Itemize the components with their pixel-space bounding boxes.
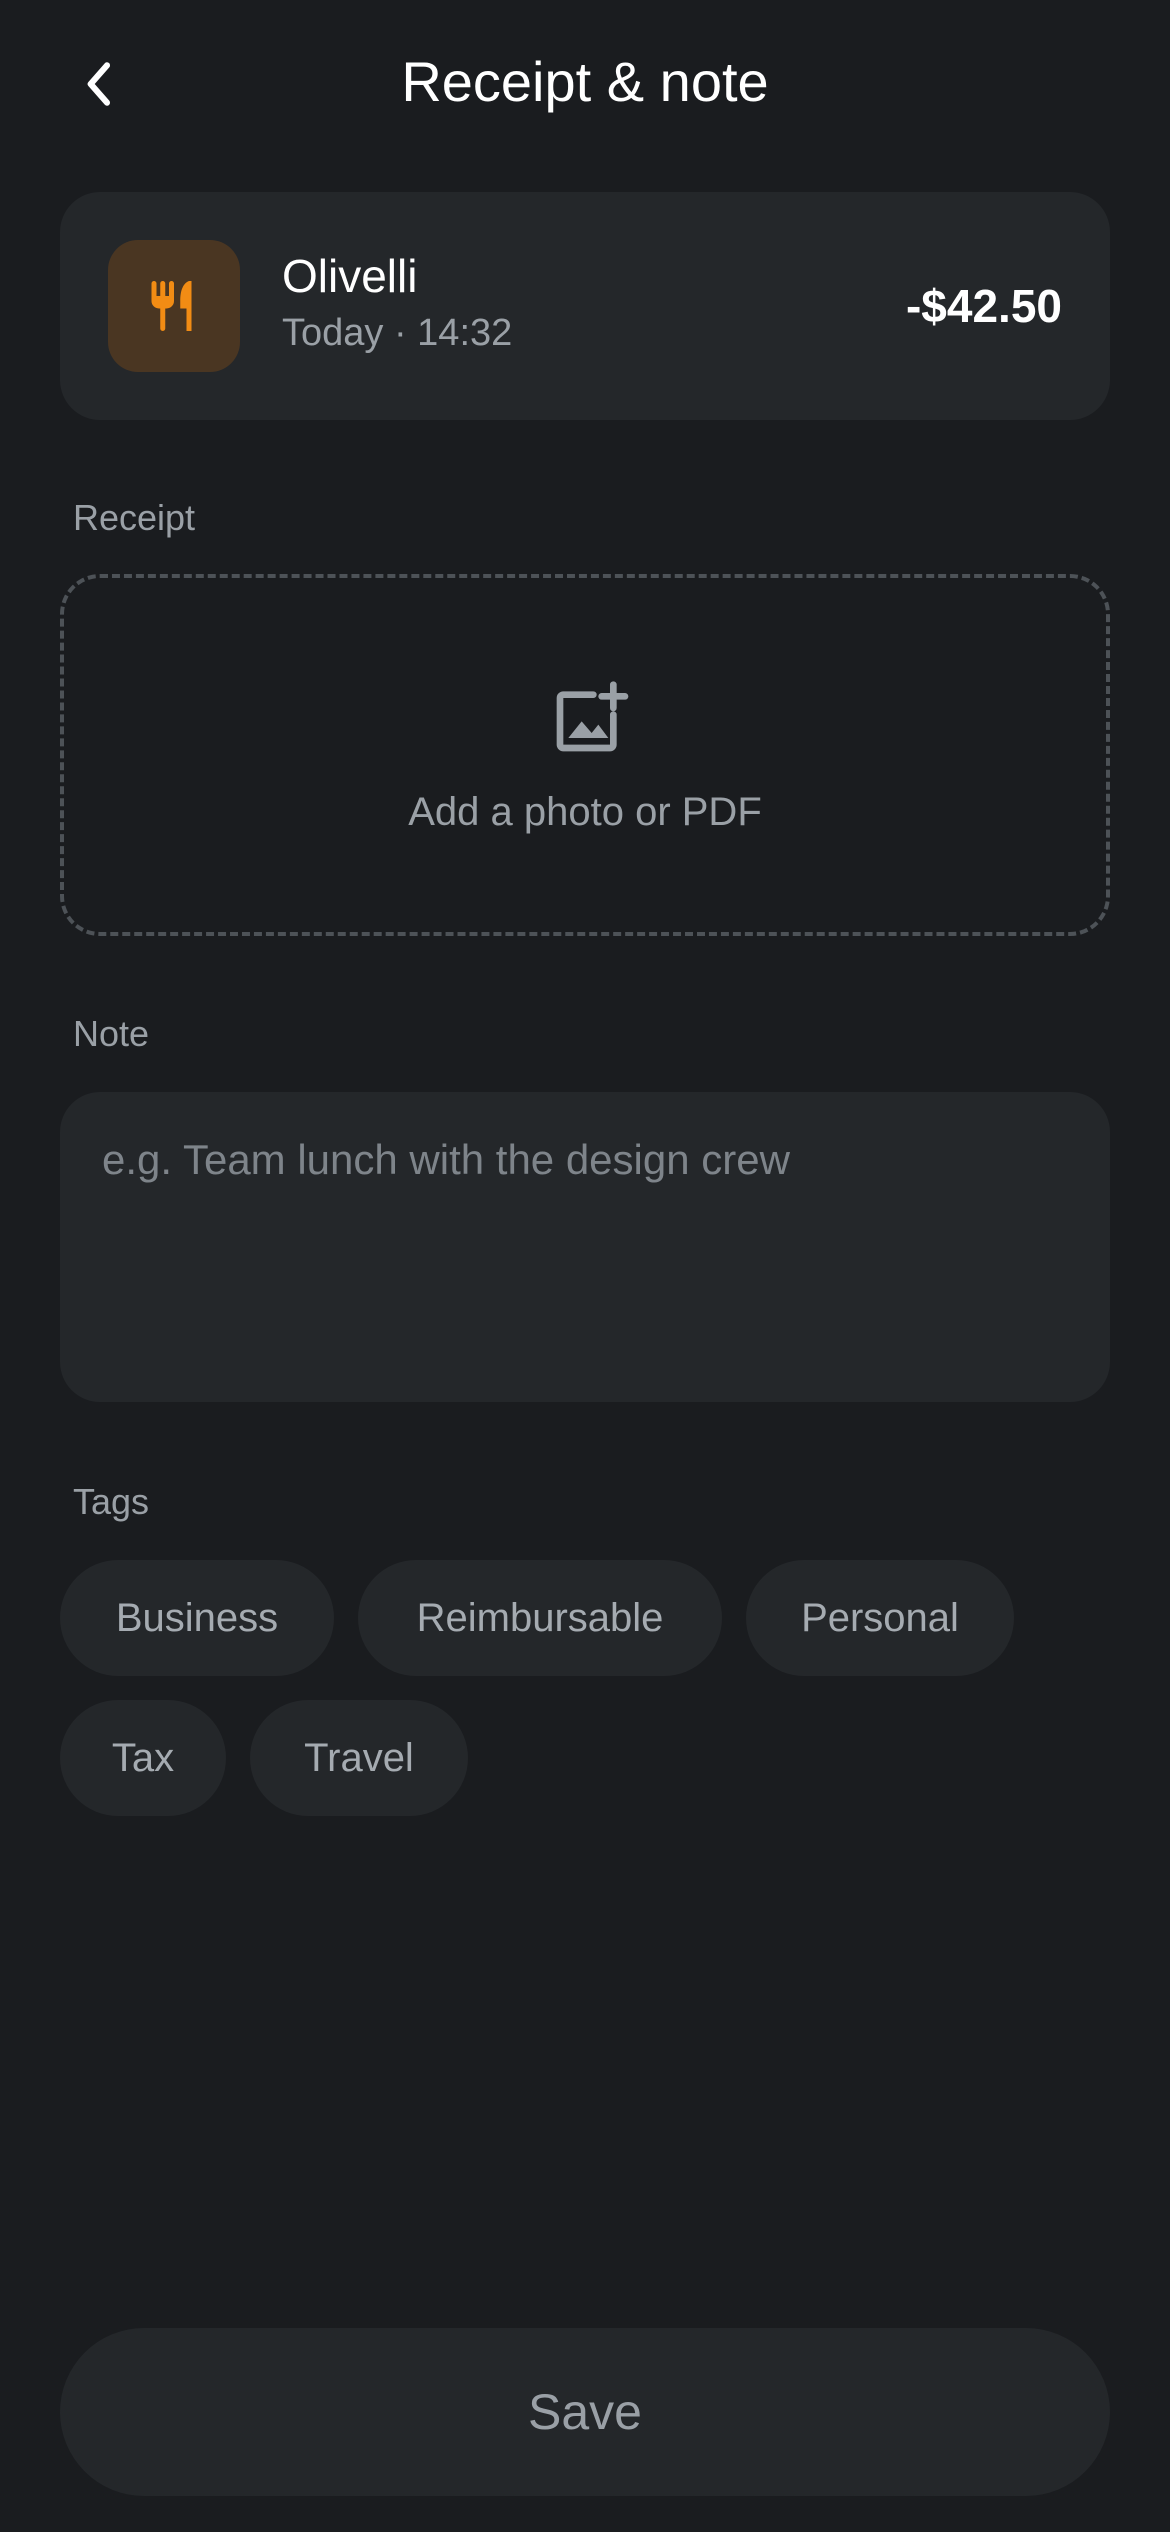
top-bar: Receipt & note xyxy=(0,0,1170,168)
tag-chip-travel[interactable]: Travel xyxy=(250,1700,468,1816)
transaction-card: Olivelli Today · 14:32 -$42.50 xyxy=(60,192,1110,420)
note-input[interactable] xyxy=(60,1092,1110,1402)
save-button[interactable]: Save xyxy=(60,2328,1110,2496)
tag-chip-tax[interactable]: Tax xyxy=(60,1700,226,1816)
add-photo-icon xyxy=(556,681,629,752)
merchant-category-badge xyxy=(108,240,240,372)
tag-chip-business[interactable]: Business xyxy=(60,1560,334,1676)
upload-prompt: Add a photo or PDF xyxy=(408,790,762,834)
fork-knife-icon xyxy=(151,281,192,331)
receipt-label: Receipt xyxy=(73,497,196,538)
transaction-datetime: Today · 14:32 xyxy=(282,312,513,354)
merchant-name: Olivelli xyxy=(282,250,418,302)
page-title: Receipt & note xyxy=(401,50,769,113)
tags-label: Tags xyxy=(73,1481,150,1522)
tag-chip-reimbursable[interactable]: Reimbursable xyxy=(358,1560,722,1676)
note-label: Note xyxy=(73,1013,150,1054)
tag-chip-personal[interactable]: Personal xyxy=(746,1560,1014,1676)
transaction-amount: -$42.50 xyxy=(905,280,1062,332)
receipt-upload-dropzone[interactable]: Add a photo or PDF xyxy=(60,574,1110,936)
